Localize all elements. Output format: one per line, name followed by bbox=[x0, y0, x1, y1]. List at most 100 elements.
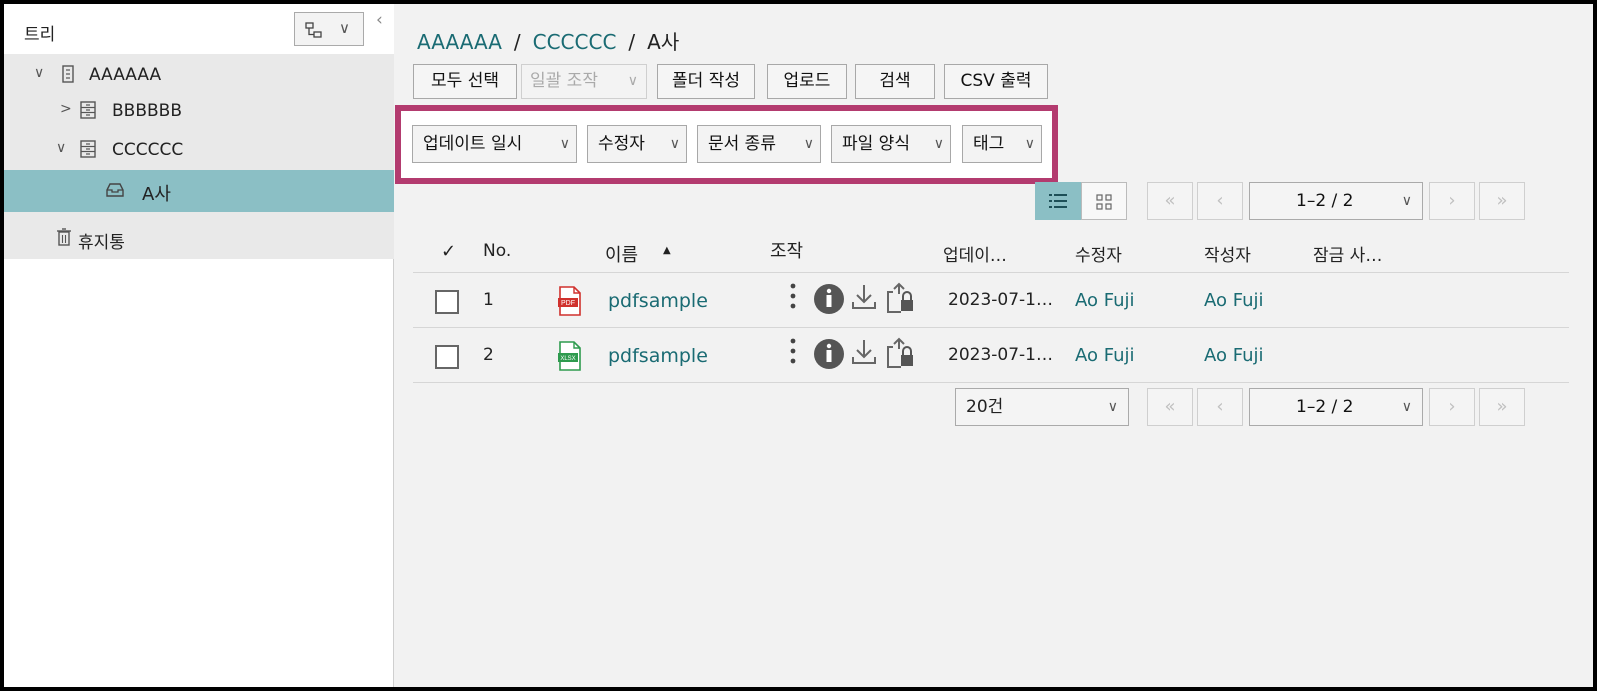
table-row[interactable]: 1 PDF pdfsample 2023-07-1… Ao Fuji Ao Fu… bbox=[413, 274, 1569, 328]
tree-node-label: 휴지통 bbox=[78, 233, 125, 253]
column-updated[interactable]: 업데이… bbox=[943, 241, 1007, 266]
chevron-down-icon: ∨ bbox=[1107, 399, 1118, 415]
filter-bar-highlight: 업데이트 일시 ∨ 수정자 ∨ 문서 종류 ∨ 파일 양식 ∨ 태그 ∨ bbox=[395, 105, 1058, 184]
filter-updated-date[interactable]: 업데이트 일시 ∨ bbox=[412, 125, 577, 163]
grid-icon bbox=[1096, 194, 1112, 210]
tree-panel: 트리 ∨ ‹ ∨ AAAAAA > BBBBBB ∨ CCCCCC A사 휴지통 bbox=[4, 4, 394, 687]
first-page-button[interactable]: « bbox=[1147, 388, 1193, 426]
column-creator[interactable]: 작성자 bbox=[1204, 241, 1251, 266]
breadcrumb-separator: / bbox=[628, 30, 636, 54]
table-header: ✓ No. 이름 ▲ 조작 업데이… 수정자 작성자 잠금 사… bbox=[413, 229, 1569, 273]
updated-date: 2023-07-1… bbox=[948, 345, 1053, 365]
upload-button[interactable]: 업로드 bbox=[767, 64, 847, 99]
breadcrumb-separator: / bbox=[513, 30, 521, 54]
bulk-operations-button[interactable]: 일괄 조작 ∨ bbox=[521, 64, 647, 99]
file-name-link[interactable]: pdfsample bbox=[608, 345, 708, 367]
row-number: 1 bbox=[483, 290, 494, 310]
more-options-icon[interactable] bbox=[790, 283, 796, 309]
tree-node-label: BBBBBB bbox=[112, 101, 182, 121]
row-checkbox[interactable] bbox=[435, 290, 459, 314]
search-button[interactable]: 검색 bbox=[855, 64, 935, 99]
creator-link[interactable]: Ao Fuji bbox=[1204, 345, 1264, 366]
list-view-button[interactable] bbox=[1035, 182, 1081, 220]
row-checkbox[interactable] bbox=[435, 345, 459, 369]
chevron-down-icon: ∨ bbox=[559, 136, 570, 152]
page-select[interactable]: 1–2 / 2 ∨ bbox=[1249, 182, 1423, 220]
cabinet-icon bbox=[80, 101, 96, 119]
next-page-button[interactable]: › bbox=[1429, 182, 1475, 220]
chevron-down-icon[interactable]: ∨ bbox=[56, 140, 66, 156]
chevron-down-icon: ∨ bbox=[627, 73, 638, 89]
tree-structure-icon bbox=[305, 22, 322, 38]
first-page-button[interactable]: « bbox=[1147, 182, 1193, 220]
building-icon bbox=[62, 65, 74, 83]
updated-date: 2023-07-1… bbox=[948, 290, 1053, 310]
tree-node-aaaaaa[interactable]: ∨ AAAAAA bbox=[4, 56, 394, 94]
page-range: 1–2 / 2 bbox=[1296, 191, 1354, 211]
prev-page-button[interactable]: ‹ bbox=[1197, 182, 1243, 220]
chevron-down-icon: ∨ bbox=[1401, 399, 1412, 415]
drawer-icon bbox=[106, 183, 124, 197]
tree-node-a-company[interactable]: A사 bbox=[4, 170, 394, 212]
more-options-icon[interactable] bbox=[790, 338, 796, 364]
select-all-button[interactable]: 모두 선택 bbox=[413, 64, 517, 99]
filter-document-type[interactable]: 문서 종류 ∨ bbox=[697, 125, 821, 163]
column-name[interactable]: 이름 bbox=[605, 241, 638, 267]
breadcrumb-current: A사 bbox=[647, 30, 680, 54]
filter-tag[interactable]: 태그 ∨ bbox=[962, 125, 1042, 163]
create-folder-button[interactable]: 폴더 작성 bbox=[657, 64, 755, 99]
xlsx-file-icon: XLSX bbox=[558, 341, 581, 371]
creator-link[interactable]: Ao Fuji bbox=[1204, 290, 1264, 311]
sort-ascending-icon: ▲ bbox=[663, 245, 671, 256]
modifier-link[interactable]: Ao Fuji bbox=[1075, 290, 1135, 311]
row-number: 2 bbox=[483, 345, 494, 365]
download-icon[interactable] bbox=[852, 340, 876, 364]
per-page-select[interactable]: 20건 ∨ bbox=[955, 388, 1129, 426]
breadcrumb-item-aaaaaa[interactable]: AAAAAA bbox=[417, 30, 502, 54]
tree-node-trash[interactable]: 휴지통 bbox=[4, 219, 394, 257]
filter-modifier[interactable]: 수정자 ∨ bbox=[587, 125, 687, 163]
csv-export-button[interactable]: CSV 출력 bbox=[944, 64, 1048, 99]
breadcrumb: AAAAAA / CCCCCC / A사 bbox=[417, 26, 679, 55]
trash-icon bbox=[57, 228, 71, 246]
tree-node-label: AAAAAA bbox=[89, 65, 162, 85]
chevron-down-icon: ∨ bbox=[1401, 193, 1412, 209]
file-type-label: PDF bbox=[561, 300, 575, 307]
row-operations bbox=[790, 282, 913, 314]
info-icon[interactable] bbox=[814, 339, 844, 369]
chevron-down-icon: ∨ bbox=[669, 136, 680, 152]
cabinet-icon bbox=[80, 140, 96, 158]
grid-view-button[interactable] bbox=[1081, 182, 1127, 220]
chevron-down-icon: ∨ bbox=[339, 19, 350, 37]
column-lock[interactable]: 잠금 사… bbox=[1313, 241, 1382, 266]
share-lock-icon[interactable] bbox=[887, 282, 913, 313]
tree-node-label: A사 bbox=[142, 184, 171, 205]
chevron-right-icon[interactable]: > bbox=[60, 101, 72, 117]
next-page-button[interactable]: › bbox=[1429, 388, 1475, 426]
filter-file-format[interactable]: 파일 양식 ∨ bbox=[831, 125, 951, 163]
prev-page-button[interactable]: ‹ bbox=[1197, 388, 1243, 426]
download-icon[interactable] bbox=[852, 285, 876, 309]
select-all-check-icon[interactable]: ✓ bbox=[441, 241, 456, 262]
filter-label: 수정자 bbox=[598, 134, 645, 154]
column-modifier[interactable]: 수정자 bbox=[1075, 241, 1122, 266]
filter-label: 문서 종류 bbox=[708, 134, 776, 154]
table-row[interactable]: 2 XLSX pdfsample 2023-07-1… Ao Fuji Ao F… bbox=[413, 329, 1569, 383]
last-page-button[interactable]: » bbox=[1479, 388, 1525, 426]
modifier-link[interactable]: Ao Fuji bbox=[1075, 345, 1135, 366]
file-name-link[interactable]: pdfsample bbox=[608, 290, 708, 312]
collapse-panel-icon[interactable]: ‹ bbox=[376, 10, 383, 30]
tree-node-bbbbbb[interactable]: > BBBBBB bbox=[4, 92, 394, 130]
share-lock-icon[interactable] bbox=[887, 337, 913, 368]
page-select[interactable]: 1–2 / 2 ∨ bbox=[1249, 388, 1423, 426]
tree-node-cccccc[interactable]: ∨ CCCCCC bbox=[4, 131, 394, 169]
filter-label: 태그 bbox=[973, 134, 1005, 154]
chevron-down-icon[interactable]: ∨ bbox=[34, 65, 44, 81]
last-page-button[interactable]: » bbox=[1479, 182, 1525, 220]
list-icon bbox=[1049, 194, 1067, 208]
info-icon[interactable] bbox=[814, 284, 844, 314]
filter-label: 파일 양식 bbox=[842, 134, 910, 154]
tree-view-dropdown[interactable]: ∨ bbox=[294, 12, 364, 46]
chevron-down-icon: ∨ bbox=[1024, 136, 1035, 152]
breadcrumb-item-cccccc[interactable]: CCCCCC bbox=[533, 30, 617, 54]
